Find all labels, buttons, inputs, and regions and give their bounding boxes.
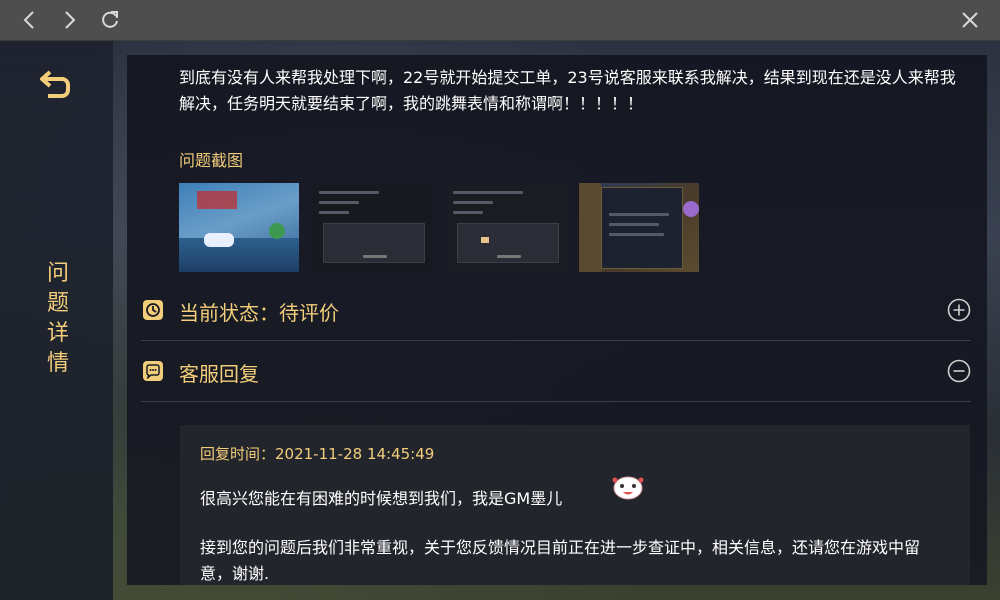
chevron-right-icon	[65, 11, 76, 29]
reply-card: 回复时间：2021-11-28 14:45:49 很高兴您能在有困难的时候想到我…	[180, 425, 970, 585]
support-label: 客服回复	[179, 362, 259, 386]
screenshots-label: 问题截图	[179, 151, 244, 170]
title-char: 问	[46, 261, 69, 286]
sidebar: 问 题 详 情	[0, 41, 113, 600]
screenshot-thumbnail[interactable]	[313, 183, 433, 272]
reply-greeting: 很高兴您能在有困难的时候想到我们，我是GM墨儿	[200, 489, 563, 508]
clock-icon	[143, 300, 163, 320]
ticket-detail-panel: 到底有没有人来帮我处理下啊，22号就开始提交工单，23号说客服来联系我解决，结果…	[127, 55, 987, 585]
plus-circle-icon[interactable]	[947, 298, 971, 322]
ticket-description: 到底有没有人来帮我处理下啊，22号就开始提交工单，23号说客服来联系我解决，结果…	[179, 68, 956, 113]
chat-bubble-icon	[143, 361, 163, 381]
close-window-button[interactable]	[956, 6, 984, 34]
page-title-vertical: 问 题 详 情	[40, 259, 76, 379]
forward-nav-button[interactable]	[55, 6, 83, 34]
reply-timestamp: 回复时间：2021-11-28 14:45:49	[200, 445, 435, 463]
screenshot-thumbnail[interactable]	[579, 183, 699, 272]
chevron-left-icon	[23, 11, 34, 29]
title-char: 详	[46, 321, 69, 346]
reply-body: 接到您的问题后我们非常重视，关于您反馈情况目前正在进一步查证中，相关信息，还请您…	[200, 538, 921, 583]
status-label: 当前状态：待评价	[179, 301, 339, 325]
refresh-button[interactable]	[96, 6, 124, 34]
close-icon	[962, 12, 978, 28]
return-arrow-icon	[40, 70, 70, 98]
title-char: 情	[46, 351, 69, 376]
back-nav-button[interactable]	[16, 6, 44, 34]
minus-circle-icon[interactable]	[947, 359, 971, 383]
screenshot-thumbnail[interactable]	[447, 183, 567, 272]
mascot-emoji-icon	[612, 476, 644, 500]
refresh-icon	[102, 11, 118, 28]
status-row[interactable]: 当前状态：待评价	[141, 280, 971, 341]
browser-toolbar	[0, 0, 1000, 41]
title-char: 题	[46, 291, 69, 316]
return-button[interactable]	[36, 66, 76, 102]
screenshot-thumbnail[interactable]	[179, 183, 299, 272]
support-reply-row[interactable]: 客服回复	[141, 341, 971, 402]
